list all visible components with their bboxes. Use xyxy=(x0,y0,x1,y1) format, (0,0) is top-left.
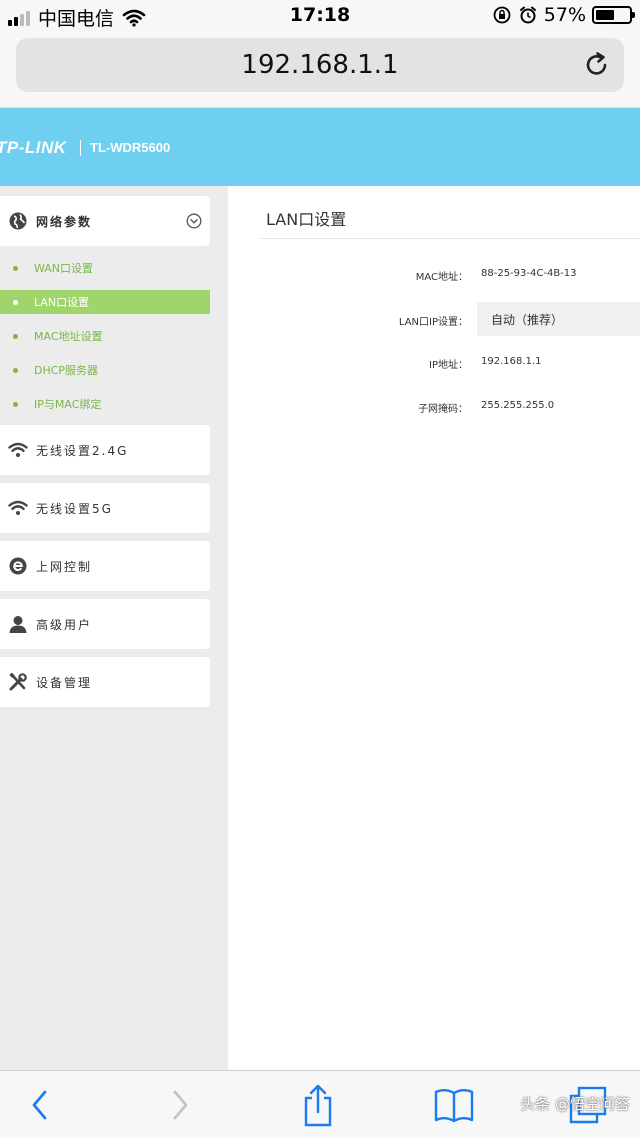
subnet-value: 255.255.255.0 xyxy=(481,400,555,411)
lan-ip-mode-label: LAN口IP设置： xyxy=(398,317,468,328)
sidebar-item-wireless-5g[interactable]: 无线设置5G xyxy=(0,483,210,533)
chevron-right-icon xyxy=(173,1090,188,1120)
chevron-down-icon[interactable] xyxy=(186,213,202,229)
bullet-icon xyxy=(13,401,18,407)
address-bar[interactable]: 192.168.1.1 xyxy=(16,38,624,92)
reload-icon[interactable] xyxy=(582,50,612,80)
forward-button[interactable] xyxy=(158,1083,202,1127)
wifi-icon xyxy=(8,440,28,460)
battery-percent: 57% xyxy=(543,4,586,26)
bullet-icon xyxy=(13,367,18,373)
sidebar-group-network[interactable]: 网络参数 xyxy=(0,196,210,246)
sidebar-item-dhcp[interactable]: DHCP服务器 xyxy=(0,358,210,382)
sidebar-item-device-management[interactable]: 设备管理 xyxy=(0,657,210,707)
sidebar-item-label: 高级用户 xyxy=(36,617,93,632)
lan-ip-mode-select[interactable]: 自动（推荐） xyxy=(477,302,640,336)
alarm-icon xyxy=(519,6,536,24)
share-button[interactable] xyxy=(296,1083,340,1127)
sidebar-item-label: IP与MAC绑定 xyxy=(34,398,102,411)
tools-icon xyxy=(8,672,28,692)
mac-value: 88-25-93-4C-4B-13 xyxy=(481,268,577,279)
browser-toolbar: 头条 @悟空问答 xyxy=(0,1070,640,1138)
sidebar-item-label: WAN口设置 xyxy=(34,262,94,275)
rotation-lock-icon xyxy=(493,6,511,24)
address-text[interactable]: 192.168.1.1 xyxy=(16,50,624,80)
bullet-icon xyxy=(13,265,18,271)
sidebar-item-label: DHCP服务器 xyxy=(34,364,99,377)
sidebar-item-label: MAC地址设置 xyxy=(34,330,103,343)
sidebar-item-wireless-24g[interactable]: 无线设置2.4G xyxy=(0,425,210,475)
model-name: TL-WDR5600 xyxy=(90,140,171,155)
wifi-icon xyxy=(8,498,28,518)
sidebar-item-label: 无线设置5G xyxy=(36,501,113,516)
sidebar-item-ip-mac-binding[interactable]: IP与MAC绑定 xyxy=(0,392,210,416)
title-divider xyxy=(260,238,640,239)
globe-icon xyxy=(8,211,28,231)
sidebar-item-label: 无线设置2.4G xyxy=(36,443,129,458)
back-button[interactable] xyxy=(18,1083,62,1127)
user-icon xyxy=(8,614,28,634)
sidebar-item-lan[interactable]: LAN口设置 xyxy=(0,290,210,314)
sidebar-item-mac[interactable]: MAC地址设置 xyxy=(0,324,210,348)
status-right: 57% xyxy=(492,4,635,26)
sidebar: 网络参数 WAN口设置 LAN口设置 MAC地址设置 DHCP服务器 IP与MA… xyxy=(0,186,228,1070)
browser-address-area: 192.168.1.1 xyxy=(0,32,640,108)
logo-divider xyxy=(80,140,81,156)
battery-icon xyxy=(592,6,635,24)
bullet-icon xyxy=(13,299,18,305)
watermark: 头条 @悟空问答 xyxy=(520,1095,630,1113)
sidebar-item-label: 设备管理 xyxy=(36,675,93,690)
bullet-icon xyxy=(13,333,18,339)
page-title: LAN口设置 xyxy=(266,210,347,229)
ip-label: IP地址： xyxy=(429,360,468,371)
sidebar-item-advanced-users[interactable]: 高级用户 xyxy=(0,599,210,649)
sidebar-item-label: 上网控制 xyxy=(36,559,93,574)
tplink-logo: TP-LINK xyxy=(0,138,67,157)
sidebar-item-internet-control[interactable]: 上网控制 xyxy=(0,541,210,591)
sidebar-item-label: LAN口设置 xyxy=(34,296,90,309)
main-panel: LAN口设置 MAC地址： 88-25-93-4C-4B-13 LAN口IP设置… xyxy=(228,186,640,1070)
status-bar: 中国电信 17:18 57% xyxy=(0,0,640,32)
bookmarks-button[interactable] xyxy=(432,1083,476,1127)
book-icon xyxy=(434,1089,474,1123)
share-icon xyxy=(304,1084,332,1127)
ip-value: 192.168.1.1 xyxy=(481,356,542,367)
router-header: TP-LINK TL-WDR5600 xyxy=(0,108,640,186)
sidebar-item-wan[interactable]: WAN口设置 xyxy=(0,256,210,280)
internet-e-icon xyxy=(8,556,28,576)
sidebar-group-label: 网络参数 xyxy=(36,214,93,229)
subnet-label: 子网掩码： xyxy=(418,404,468,415)
mac-label: MAC地址： xyxy=(415,272,468,283)
chevron-left-icon xyxy=(32,1090,47,1120)
